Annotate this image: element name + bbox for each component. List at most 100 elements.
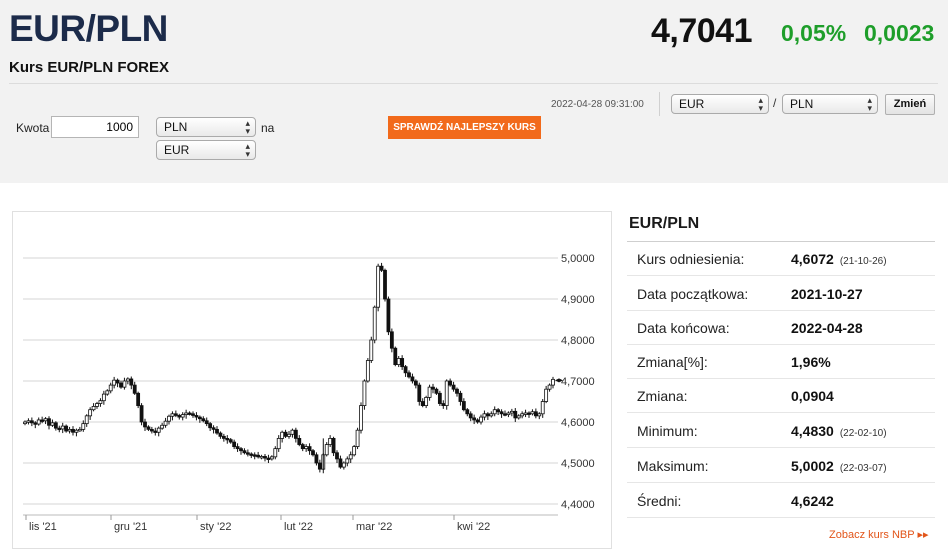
stats-label: Data końcowa: xyxy=(637,320,730,336)
candle-body xyxy=(43,418,48,422)
base-currency-select[interactable]: EUR ▴ ▾ xyxy=(671,94,769,114)
to-label: na xyxy=(261,121,275,135)
candle-body xyxy=(33,422,38,425)
x-tick-label: lut '22 xyxy=(284,521,313,533)
y-tick-label: 4,9000 xyxy=(561,294,595,306)
y-tick-label: 4,5000 xyxy=(561,458,595,470)
stats-row: Zmiana[%]: 1,96% xyxy=(627,345,935,379)
updown-arrows-icon: ▴ ▾ xyxy=(758,95,763,113)
change-pair-button[interactable]: Zmień xyxy=(885,94,935,115)
candle-body xyxy=(527,412,531,415)
candle-body xyxy=(317,462,322,470)
stats-row: Kurs odniesienia: 4,6072 (21-10-26) xyxy=(627,242,935,276)
candle-body xyxy=(413,380,418,386)
pair-separator: / xyxy=(773,96,777,110)
stats-row: Średni: 4,6242 xyxy=(627,484,935,518)
candle-body xyxy=(393,347,398,365)
candle-body xyxy=(60,425,65,430)
candle-body xyxy=(173,413,178,416)
x-tick-label: lis '21 xyxy=(29,521,57,533)
to-currency-value: EUR xyxy=(164,143,190,157)
candle-body xyxy=(311,450,315,456)
candle-body xyxy=(29,420,34,424)
candle-body xyxy=(146,426,151,430)
candle-body xyxy=(475,419,480,423)
candle-body xyxy=(252,454,257,457)
candle-body xyxy=(431,386,435,390)
candle-body xyxy=(389,331,394,349)
candle-body xyxy=(77,428,82,432)
price-chart[interactable]: 4,4000 4,5000 4,6000 4,7000 4,8000 4,9000 5,00… xyxy=(12,211,612,549)
candle-body xyxy=(537,413,542,417)
header-panel: EUR/PLN Kurs EUR/PLN FOREX 4,7041 0,05% … xyxy=(0,0,948,183)
y-tick-label: 5,0000 xyxy=(561,253,595,265)
candle-body xyxy=(57,427,62,431)
page-subtitle: Kurs EUR/PLN FOREX xyxy=(9,59,170,76)
candle-body xyxy=(259,456,264,459)
candle-body xyxy=(53,422,58,429)
candle-body xyxy=(74,429,79,433)
candle-body xyxy=(122,380,127,388)
candle-body xyxy=(338,458,343,468)
stats-label: Średni: xyxy=(637,493,682,509)
candle-body xyxy=(40,419,45,422)
candle-body xyxy=(194,415,199,418)
candle-body xyxy=(218,432,223,437)
updown-arrows-icon: ▴ ▾ xyxy=(245,118,250,136)
candle-body xyxy=(215,428,219,434)
y-tick-label: 4,4000 xyxy=(561,499,595,511)
candle-body xyxy=(516,415,521,419)
candle-body xyxy=(177,415,182,418)
from-currency-select[interactable]: PLN ▴ ▾ xyxy=(156,117,256,137)
change-percent: 0,05% xyxy=(781,20,847,46)
stats-value: 4,6072 (21-10-26) xyxy=(791,251,887,267)
current-price: 4,7041 xyxy=(651,12,753,50)
quote-currency-select[interactable]: PLN ▴ ▾ xyxy=(782,94,878,114)
stats-value: 2021-10-27 xyxy=(791,286,863,302)
stats-label: Zmiana[%]: xyxy=(637,354,708,370)
stats-value: 5,0002 (22-03-07) xyxy=(791,458,887,474)
y-tick-label: 4,8000 xyxy=(561,335,595,347)
candle-body xyxy=(47,418,51,426)
candle-body xyxy=(441,403,446,407)
check-best-rate-button[interactable]: SPRAWDŹ NAJLEPSZY KURS xyxy=(388,116,541,139)
nbp-rate-link[interactable]: Zobacz kurs NBP ▸▸ xyxy=(829,528,928,541)
candle-body xyxy=(50,422,55,426)
stats-label: Zmiana: xyxy=(637,388,688,404)
candle-body xyxy=(386,298,391,333)
last-price-marker-icon: ◂▸ xyxy=(555,375,563,384)
candlestick-chart: 4,4000 4,5000 4,6000 4,7000 4,8000 4,9000 5,00… xyxy=(23,253,595,533)
amount-input[interactable] xyxy=(51,116,139,138)
x-tick-label: sty '22 xyxy=(200,521,231,533)
candle-body xyxy=(273,448,278,458)
x-tick-label: kwi '22 xyxy=(457,521,490,533)
stats-value-text: 4,6072 xyxy=(791,251,834,267)
candle-body xyxy=(139,405,144,423)
stats-title: EUR/PLN xyxy=(629,215,700,232)
candle-body xyxy=(290,429,295,435)
stats-row: Zmiana: 0,0904 xyxy=(627,379,935,413)
candle-body xyxy=(523,412,528,415)
vertical-divider xyxy=(659,92,660,116)
candle-body xyxy=(496,409,501,413)
stats-row: Data początkowa: 2021-10-27 xyxy=(627,277,935,311)
candle-body xyxy=(403,366,408,374)
candle-body xyxy=(225,437,230,441)
candle-body xyxy=(36,419,41,425)
candle-body xyxy=(235,446,240,450)
candle-body xyxy=(345,458,350,464)
candle-body xyxy=(98,400,103,404)
candle-body xyxy=(427,386,432,398)
candle-body xyxy=(444,380,449,407)
candle-body xyxy=(307,446,312,452)
candle-body xyxy=(472,417,477,421)
to-currency-select[interactable]: EUR ▴ ▾ xyxy=(156,140,256,160)
candle-body xyxy=(119,382,123,388)
stats-row: Data końcowa: 2022-04-28 xyxy=(627,311,935,345)
candle-body xyxy=(417,384,422,402)
candle-body xyxy=(503,413,507,416)
candle-body xyxy=(359,405,363,431)
candle-body xyxy=(180,414,185,418)
candle-body xyxy=(71,428,75,433)
candle-body xyxy=(249,453,254,456)
